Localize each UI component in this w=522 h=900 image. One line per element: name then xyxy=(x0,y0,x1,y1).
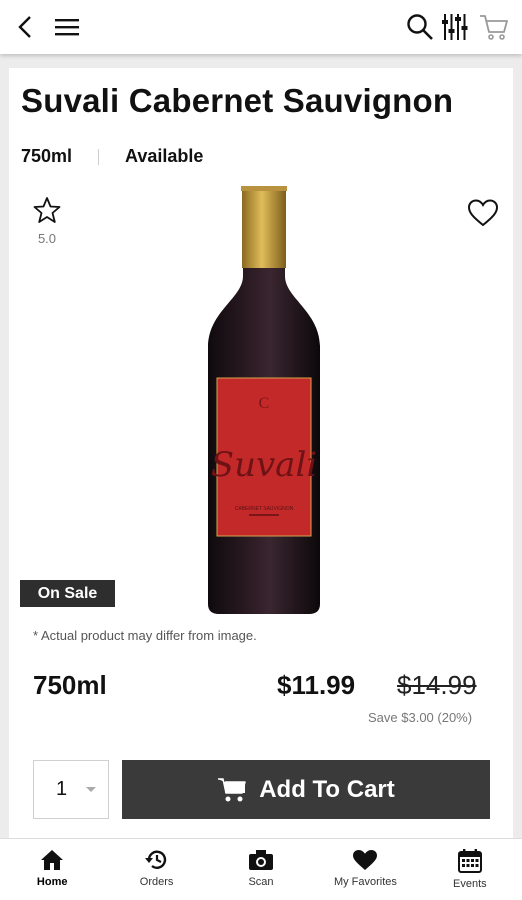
on-sale-badge: On Sale xyxy=(20,580,115,607)
home-icon xyxy=(41,850,64,870)
back-button[interactable] xyxy=(8,9,44,45)
cart-icon xyxy=(480,15,508,40)
nav-label-orders: Orders xyxy=(139,876,174,888)
search-button[interactable] xyxy=(402,9,438,45)
cart-icon xyxy=(218,777,246,801)
nav-item-orders[interactable]: Orders xyxy=(104,839,208,900)
add-to-cart-label: Add To Cart xyxy=(259,775,395,803)
availability-status: Available xyxy=(125,146,204,166)
sale-price: $11.99 xyxy=(277,670,356,700)
camera-icon xyxy=(249,850,274,870)
nav-item-home[interactable]: Home xyxy=(0,839,104,900)
history-icon xyxy=(144,850,166,869)
heart-icon xyxy=(353,850,378,870)
favorite-button[interactable] xyxy=(467,198,503,232)
quantity-value: 1 xyxy=(56,778,68,800)
search-icon xyxy=(407,14,433,40)
product-meta: 750ml Available xyxy=(21,146,203,167)
top-app-bar xyxy=(0,0,522,54)
filter-sliders-icon xyxy=(442,14,468,40)
product-image: C Suvali CABERNET SAUVIGNON xyxy=(208,186,320,614)
product-card: Suvali Cabernet Sauvignon 750ml Availabl… xyxy=(9,68,513,838)
nav-item-favorites[interactable]: My Favorites xyxy=(313,839,417,900)
nav-label-scan: Scan xyxy=(248,876,274,888)
product-title: Suvali Cabernet Sauvignon xyxy=(21,82,454,119)
calendar-icon xyxy=(457,849,482,873)
chevron-left-icon xyxy=(18,16,31,38)
savings-text: Save $3.00 (20%) xyxy=(368,710,473,725)
star-icon xyxy=(33,197,61,223)
label-brand: Suvali xyxy=(211,445,317,485)
product-size: 750ml xyxy=(21,146,73,166)
nav-label-favorites: My Favorites xyxy=(333,876,397,888)
nav-item-events[interactable]: Events xyxy=(418,839,522,900)
nav-label-events: Events xyxy=(453,878,487,890)
label-subtitle: CABERNET SAUVIGNON xyxy=(235,506,294,512)
dropdown-caret-icon xyxy=(86,787,96,792)
filter-button[interactable] xyxy=(437,9,473,45)
image-disclaimer: * Actual product may differ from image. xyxy=(33,628,257,643)
nav-item-scan[interactable]: Scan xyxy=(209,839,313,900)
quantity-select[interactable]: 1 xyxy=(33,760,109,819)
rating-widget[interactable]: 5.0 xyxy=(27,196,67,246)
nav-label-home: Home xyxy=(36,876,68,888)
cart-button[interactable] xyxy=(476,9,512,45)
menu-button[interactable] xyxy=(49,9,85,45)
meta-divider xyxy=(98,148,100,165)
heart-outline-icon xyxy=(467,199,499,227)
label-logo: C xyxy=(259,395,270,412)
add-to-cart-button[interactable]: Add To Cart xyxy=(122,760,490,819)
hamburger-icon xyxy=(55,19,79,36)
price-size: 750ml xyxy=(33,670,107,700)
bottom-navigation: Home Orders Scan My Favorites Events xyxy=(0,838,522,900)
original-price: $14.99 xyxy=(397,670,477,700)
rating-value: 5.0 xyxy=(37,231,57,246)
